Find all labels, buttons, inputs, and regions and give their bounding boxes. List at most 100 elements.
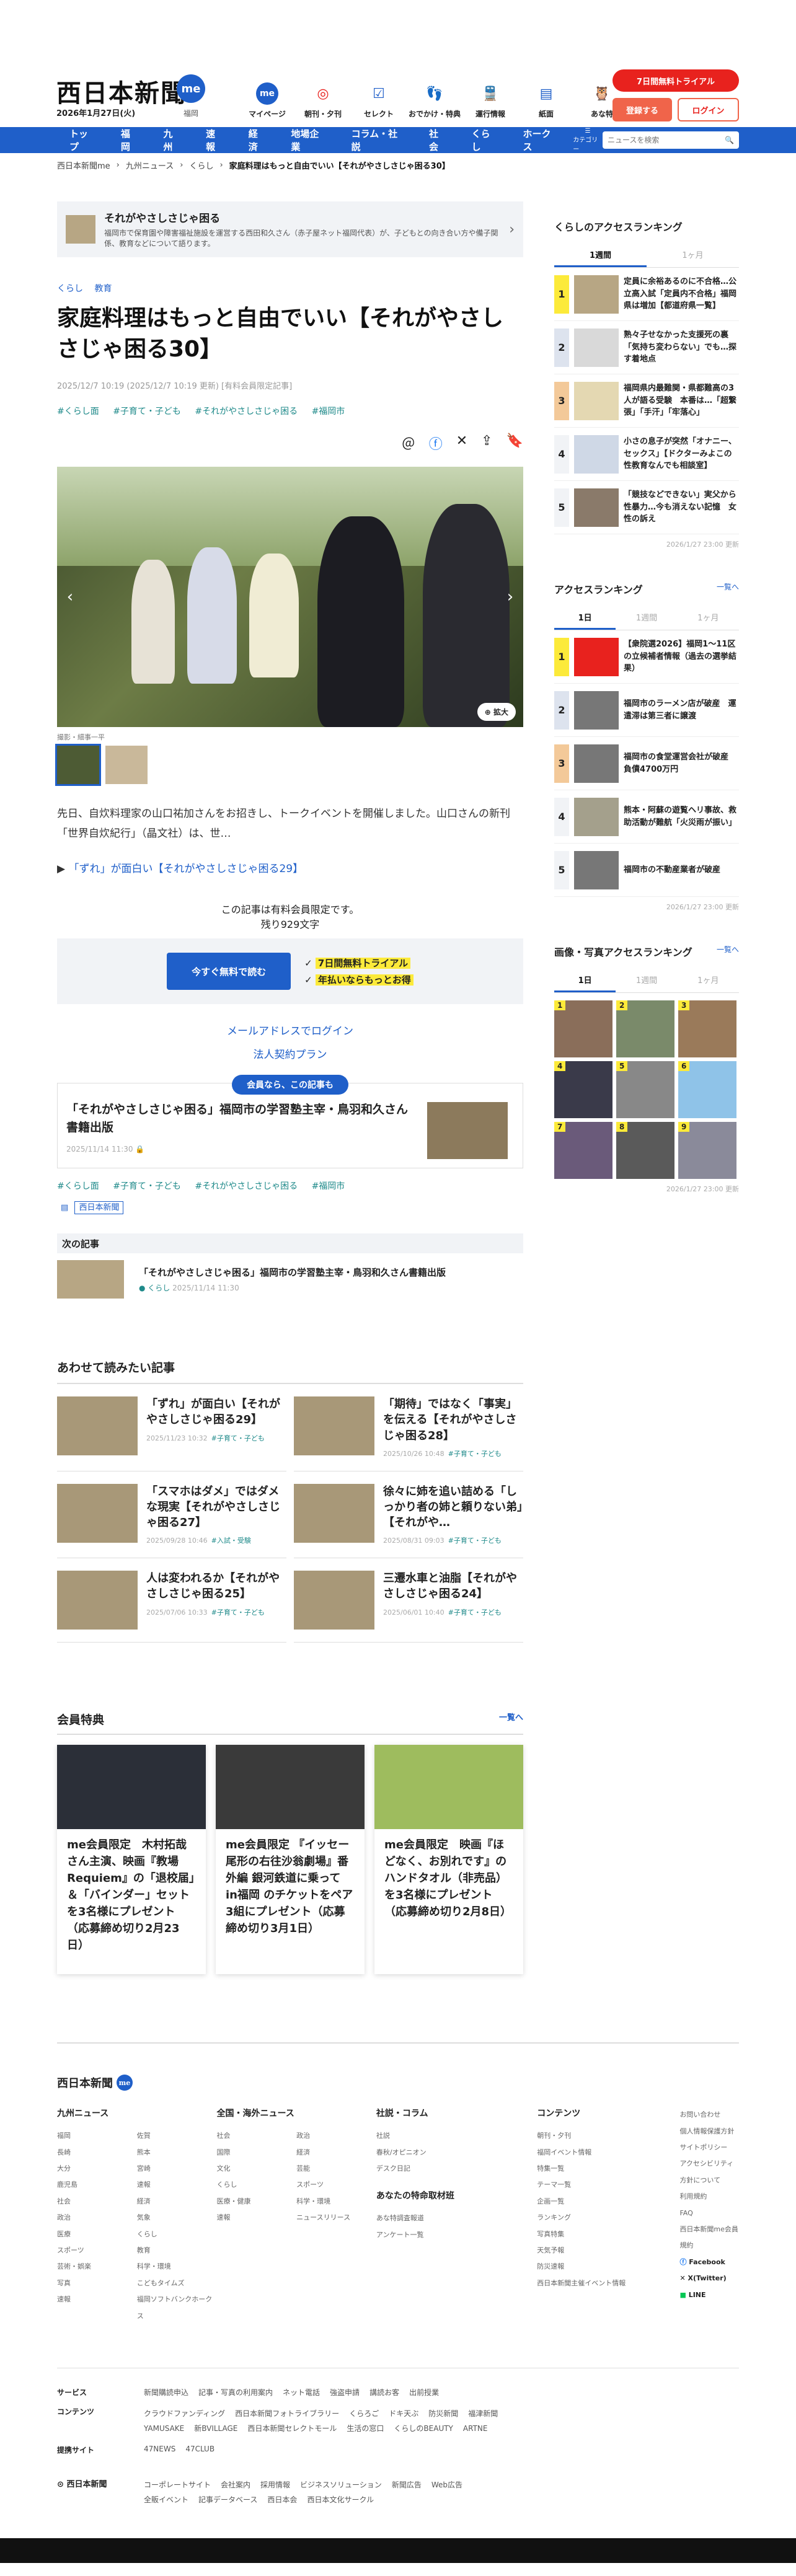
photo-thumb[interactable] xyxy=(105,745,148,784)
mainnav-kyushu[interactable]: 九州 xyxy=(151,127,194,153)
image-ranking-item[interactable]: 9 xyxy=(678,1122,736,1179)
ranking-item[interactable]: 1 定員に余裕あるのに不合格…公立高入試「定員内不合格」福岡県は増加【都道府県一覧… xyxy=(554,268,739,321)
search-icon[interactable]: 🔍 xyxy=(725,136,734,144)
perks-more-link[interactable]: 一覧へ xyxy=(499,1711,523,1727)
x-link[interactable]: ✕ X(Twitter) xyxy=(679,2270,739,2287)
topnav-paper[interactable]: ▤ 紙面 xyxy=(518,82,574,119)
ranking-item[interactable]: 1 【衆院選2026】福岡1～11区の立候補者情報（過去の選挙結果） xyxy=(554,630,739,684)
tab-1day[interactable]: 1日 xyxy=(554,606,616,630)
tab-1week[interactable]: 1週間 xyxy=(616,606,677,630)
image-ranking-item[interactable]: 6 xyxy=(678,1061,736,1118)
tab-1month[interactable]: 1ヶ月 xyxy=(678,969,739,992)
image-ranking-item[interactable]: 5 xyxy=(616,1061,674,1118)
access-ranking-more[interactable]: 一覧へ xyxy=(717,581,739,596)
ranking-item[interactable]: 4 熊本・阿蘇の遊覧ヘリ事故、救助活動が難航「火災雨が振い」 xyxy=(554,790,739,844)
ranking-item[interactable]: 4 小さの息子が突然「オナニー、セックス」【ドクターみよこの性教育なんでも相談室】 xyxy=(554,428,739,481)
more-article[interactable]: 徐々に姉を追い詰める「しっかり者の姉と頼りない弟」【それがや… 2025/08/3… xyxy=(294,1471,523,1559)
trial-button[interactable]: 7日間無料トライアル xyxy=(612,69,739,92)
breadcrumb-item[interactable]: くらし xyxy=(189,159,213,171)
corporate-plan-link[interactable]: 法人契約プラン xyxy=(57,1044,523,1067)
me-logo-badge[interactable]: me xyxy=(177,74,205,103)
hashtag[interactable]: #福岡市 xyxy=(312,407,345,417)
mainnav-kurashi[interactable]: くらし xyxy=(459,127,511,153)
ranking-item[interactable]: 3 福岡県内最難関・県都難高の3人が語る受験 本番は…「超繋張」「手汗」「牢落心」 xyxy=(554,374,739,428)
topnav-select[interactable]: ☑ セレクト xyxy=(351,82,407,119)
read-free-button[interactable]: 今すぐ無料で読む xyxy=(167,953,291,990)
member-article-card[interactable]: 会員なら、この記事も 「それがやさしさじゃ困る」福岡市の学習塾主宰・鳥羽和久さん… xyxy=(57,1075,523,1169)
more-article[interactable]: 「期待」ではなく「事実」を伝える【それがやさしさじゃ困る28】 2025/10/2… xyxy=(294,1384,523,1471)
category-menu[interactable]: ☰ カテゴリー xyxy=(573,128,603,153)
photo-thumb[interactable] xyxy=(55,743,101,786)
more-article[interactable]: 「スマホはダメ」ではダメな現実【それがやさしさじゃ困る27】 2025/09/28… xyxy=(57,1471,286,1559)
series-banner[interactable]: それがやさしさじゃ困る 福岡市で保育園や障害福祉施設を運営する西田和久さん（赤子… xyxy=(57,201,523,257)
image-ranking-more[interactable]: 一覧へ xyxy=(717,944,739,959)
ranking-item[interactable]: 2 熟々子せなかった支援死の裏 「気持ち変わらない」でも…探す着地点 xyxy=(554,321,739,374)
facebook-link[interactable]: ⓕ Facebook xyxy=(679,2254,739,2270)
hashtag[interactable]: #くらし面 xyxy=(57,1181,99,1191)
share-icon[interactable]: ⇪ xyxy=(481,433,492,453)
site-logo[interactable]: 西日本新聞 xyxy=(56,73,187,109)
article-photo[interactable]: ‹ › ⊕ 拡大 xyxy=(57,466,523,727)
ranking-item[interactable]: 2 福岡市のラーメン店が破産 運遣滞は第三者に譲渡 xyxy=(554,684,739,737)
category-tag[interactable]: 教育 xyxy=(94,284,112,294)
mainnav-keizai[interactable]: 経済 xyxy=(236,127,279,153)
ranking-item[interactable]: 3 福岡市の食堂運営会社が破産 負債4700万円 xyxy=(554,737,739,790)
image-ranking-item[interactable]: 1 xyxy=(554,1000,612,1057)
image-ranking-item[interactable]: 2 xyxy=(616,1000,674,1057)
search-input[interactable] xyxy=(607,136,725,144)
topnav-newspaper[interactable]: ◎ 朝刊・夕刊 xyxy=(295,82,351,119)
hashtag[interactable]: #それがやさしさじゃ困る xyxy=(195,407,298,417)
perk-card[interactable]: me会員限定 映画『ほどなく、お別れです』のハンドタオル（非売品）を3名様にプレ… xyxy=(374,1745,523,1974)
hashtag[interactable]: #くらし面 xyxy=(57,407,99,417)
topnav-mypage[interactable]: me マイページ xyxy=(239,82,295,119)
line-link[interactable]: ■ LINE xyxy=(679,2287,739,2303)
image-ranking-item[interactable]: 3 xyxy=(678,1000,736,1057)
next-article[interactable]: 「それがやさしさじゃ困る」福岡市の学習塾主宰・鳥羽和久さん書籍出版 ● くらし … xyxy=(57,1259,523,1299)
mainnav-jiba[interactable]: 地場企業 xyxy=(278,127,338,153)
related-link[interactable]: ▶ 「ずれ」が面白い【それがやさしさじゃ困る29】 xyxy=(57,860,523,875)
topnav-train[interactable]: 🚆 運行情報 xyxy=(462,82,518,119)
more-article[interactable]: 「ずれ」が面白い【それがやさしさじゃ困る29】 2025/11/23 10:32 #… xyxy=(57,1384,286,1471)
ranking-item[interactable]: 5 「競技などできない」実父から性暴力…今も消えない記憶 女性の訴え xyxy=(554,481,739,534)
perk-card[interactable]: me会員限定 『イッセー尾形の右往沙翁劇場』番外編 銀河鉄道に乗って in福岡 … xyxy=(216,1745,365,1974)
photo-next-button[interactable]: › xyxy=(501,584,520,609)
footer-bottom-logo[interactable]: ⊙ 西日本新聞 xyxy=(57,2477,144,2507)
x-icon[interactable]: ✕ xyxy=(456,433,467,453)
threads-icon[interactable]: ＠ xyxy=(402,433,415,453)
photo-zoom-button[interactable]: ⊕ 拡大 xyxy=(477,702,516,721)
mainnav-sokuho[interactable]: 速報 xyxy=(193,127,236,153)
more-article[interactable]: 人は変われるか【それがやさしさじゃ困る25】 2025/07/06 10:33 #子… xyxy=(57,1558,286,1643)
more-article[interactable]: 三遷水車と油脂【それがやさしさじゃ困る24】 2025/06/01 10:40 #子… xyxy=(294,1558,523,1643)
bookmark-icon[interactable]: 🔖 xyxy=(506,433,523,453)
photo-prev-button[interactable]: ‹ xyxy=(61,584,79,609)
hashtag[interactable]: #それがやさしさじゃ困る xyxy=(195,1181,298,1191)
topnav-odekake[interactable]: 👣 おでかけ・特典 xyxy=(407,82,462,119)
hashtag[interactable]: #子育て・子ども xyxy=(113,1181,181,1191)
perk-card[interactable]: me会員限定 木村拓哉さん主演、映画『教場 Requiem』の「退校届」＆「バイ… xyxy=(57,1745,206,1974)
tab-1week[interactable]: 1週間 xyxy=(554,244,647,267)
image-ranking-item[interactable]: 8 xyxy=(616,1122,674,1179)
mainnav-top[interactable]: トップ xyxy=(57,127,108,153)
register-button[interactable]: 登録する xyxy=(612,98,672,121)
tab-1week[interactable]: 1週間 xyxy=(616,969,677,992)
hashtag[interactable]: #福岡市 xyxy=(312,1181,345,1191)
tab-1day[interactable]: 1日 xyxy=(554,969,616,992)
header-area[interactable]: 福岡 xyxy=(184,108,198,118)
mainnav-hawks[interactable]: ホークス xyxy=(511,127,571,153)
tab-1month[interactable]: 1ヶ月 xyxy=(647,244,739,267)
mainnav-fukuoka[interactable]: 福岡 xyxy=(108,127,151,153)
tab-1month[interactable]: 1ヶ月 xyxy=(678,606,739,630)
breadcrumb-item[interactable]: 九州ニュース xyxy=(126,159,174,171)
footer-logo[interactable]: 西日本新聞 me xyxy=(57,2075,739,2091)
mainnav-column[interactable]: コラム・社説 xyxy=(339,127,417,153)
image-ranking-item[interactable]: 4 xyxy=(554,1061,612,1118)
image-ranking-item[interactable]: 7 xyxy=(554,1122,612,1179)
ranking-item[interactable]: 5 福岡市の不動産業者が破産 xyxy=(554,844,739,897)
login-button[interactable]: ログイン xyxy=(678,98,739,121)
mainnav-shakai[interactable]: 社会 xyxy=(417,127,459,153)
category-tag[interactable]: くらし xyxy=(57,284,83,294)
email-login-link[interactable]: メールアドレスでログイン xyxy=(57,1020,523,1043)
breadcrumb-item[interactable]: 西日本新聞me xyxy=(57,159,110,171)
hashtag[interactable]: #子育て・子ども xyxy=(113,407,181,417)
facebook-icon[interactable]: ⓕ xyxy=(429,433,443,453)
